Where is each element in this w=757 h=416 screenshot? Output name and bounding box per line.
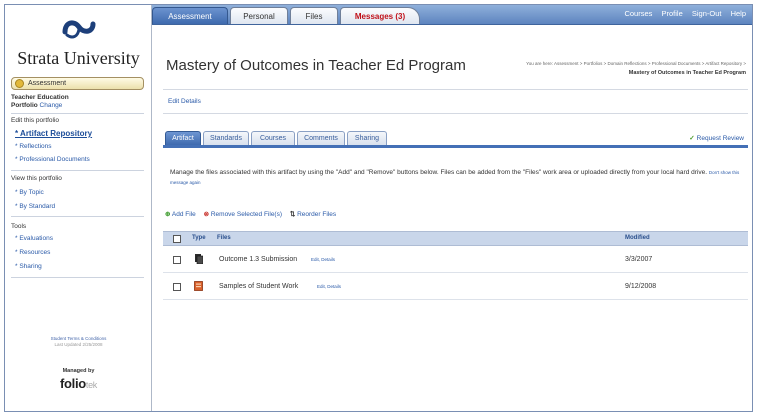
logo-mark-icon xyxy=(62,20,95,39)
help-message: Manage the files associated with this ar… xyxy=(170,168,745,188)
edit-link[interactable]: Edit xyxy=(311,257,319,262)
module-selector[interactable]: Assessment xyxy=(11,77,144,90)
assessment-icon xyxy=(15,79,24,88)
tab-underline xyxy=(163,145,748,148)
university-name: Strata University xyxy=(17,48,140,68)
tab-files[interactable]: Files xyxy=(290,7,338,24)
modified-date: 9/12/2008 xyxy=(625,283,657,290)
utility-links: Courses Profile Sign-Out Help xyxy=(617,9,746,18)
divider xyxy=(11,277,144,278)
modified-column-header[interactable]: Modified xyxy=(625,235,650,241)
tab-standards[interactable]: Standards xyxy=(203,131,249,145)
add-file-button[interactable]: ⊕ Add File xyxy=(165,211,196,218)
divider xyxy=(163,89,748,90)
file-name[interactable]: Samples of Student Work xyxy=(219,283,298,290)
request-review-link[interactable]: ✓ Request Review xyxy=(689,134,744,142)
page-title: Mastery of Outcomes in Teacher Ed Progra… xyxy=(166,57,466,74)
divider xyxy=(11,113,144,114)
reflections-link[interactable]: * Reflections xyxy=(15,143,52,150)
checkmark-icon: ✓ xyxy=(689,135,695,142)
change-portfolio-link[interactable]: Change xyxy=(40,102,63,109)
evaluations-link[interactable]: * Evaluations xyxy=(15,235,53,242)
breadcrumb-current: Mastery of Outcomes in Teacher Ed Progra… xyxy=(628,70,746,76)
university-logo xyxy=(5,15,152,41)
row-checkbox[interactable] xyxy=(173,256,181,264)
profile-link[interactable]: Profile xyxy=(662,9,683,18)
portfolio-title-line1: Teacher Education xyxy=(11,94,69,101)
divider xyxy=(11,216,144,217)
resources-link[interactable]: * Resources xyxy=(15,249,50,256)
help-link[interactable]: Help xyxy=(731,9,746,18)
app-window: Assessment Personal Files Messages (3) C… xyxy=(4,4,753,412)
by-standard-link[interactable]: * By Standard xyxy=(15,203,55,210)
sign-out-link[interactable]: Sign-Out xyxy=(692,9,722,18)
reorder-files-button[interactable]: ⇅ Reorder Files xyxy=(290,211,336,218)
tab-artifact[interactable]: Artifact xyxy=(165,131,201,145)
reorder-icon: ⇅ xyxy=(289,211,296,218)
sharing-link[interactable]: * Sharing xyxy=(15,263,42,270)
tab-sharing[interactable]: Sharing xyxy=(347,131,387,145)
terms-link[interactable]: Student Terms & Conditions xyxy=(5,336,152,341)
tools-heading: Tools xyxy=(11,223,27,230)
portfolio-title: Portfolio Change xyxy=(11,102,144,109)
details-link[interactable]: Details xyxy=(327,284,341,289)
edit-details-link[interactable]: Edit Details xyxy=(168,98,201,105)
divider xyxy=(11,170,144,171)
view-heading: View this portfolio xyxy=(11,175,62,182)
archive-icon xyxy=(194,281,203,291)
module-label: Assessment xyxy=(28,80,67,87)
managed-by-label: Managed by xyxy=(62,368,95,374)
top-nav-bar: Assessment Personal Files Messages (3) C… xyxy=(152,5,752,25)
type-column-header[interactable]: Type xyxy=(192,235,206,241)
files-table-header: Type Files Modified xyxy=(163,231,748,246)
courses-link[interactable]: Courses xyxy=(624,9,652,18)
select-all-checkbox[interactable] xyxy=(173,235,181,243)
last-updated: Last Updated 2/25/2008 xyxy=(54,342,103,347)
files-column-header[interactable]: Files xyxy=(217,235,231,241)
by-topic-link[interactable]: * By Topic xyxy=(15,189,44,196)
file-name[interactable]: Outcome 1.3 Submission xyxy=(219,256,297,263)
document-icon xyxy=(195,254,203,264)
remove-files-button[interactable]: ⊗ Remove Selected File(s) xyxy=(204,211,282,218)
remove-icon: ⊗ xyxy=(203,211,210,218)
file-links: Edit, Details xyxy=(311,257,336,262)
breadcrumb: You are here: Assessment > Portfolios > … xyxy=(526,61,746,66)
add-icon: ⊕ xyxy=(165,211,171,218)
row-checkbox[interactable] xyxy=(173,283,181,291)
details-link[interactable]: Details xyxy=(321,257,335,262)
edit-link[interactable]: Edit xyxy=(317,284,325,289)
help-text: Manage the files associated with this ar… xyxy=(170,169,708,176)
portfolio-title-line2: Portfolio xyxy=(11,102,38,109)
divider xyxy=(163,113,748,114)
tab-assessment[interactable]: Assessment xyxy=(152,7,228,24)
professional-documents-link[interactable]: * Professional Documents xyxy=(15,156,90,163)
artifact-repository-link[interactable]: * Artifact Repository xyxy=(15,129,92,138)
tab-messages[interactable]: Messages (3) xyxy=(340,7,420,24)
sidebar: Strata University Assessment Teacher Edu… xyxy=(5,5,152,411)
foliotek-logo: foliotek xyxy=(59,376,98,391)
file-actions: ⊕ Add File ⊗ Remove Selected File(s) ⇅ R… xyxy=(165,210,342,218)
tab-comments[interactable]: Comments xyxy=(297,131,345,145)
table-row: Samples of Student Work Edit, Details 9/… xyxy=(163,274,748,300)
tab-personal[interactable]: Personal xyxy=(230,7,288,24)
file-links: Edit, Details xyxy=(317,284,342,289)
modified-date: 3/3/2007 xyxy=(625,256,653,263)
edit-heading: Edit this portfolio xyxy=(11,117,60,124)
tab-courses[interactable]: Courses xyxy=(251,131,295,145)
table-row: Outcome 1.3 Submission Edit, Details 3/3… xyxy=(163,247,748,273)
